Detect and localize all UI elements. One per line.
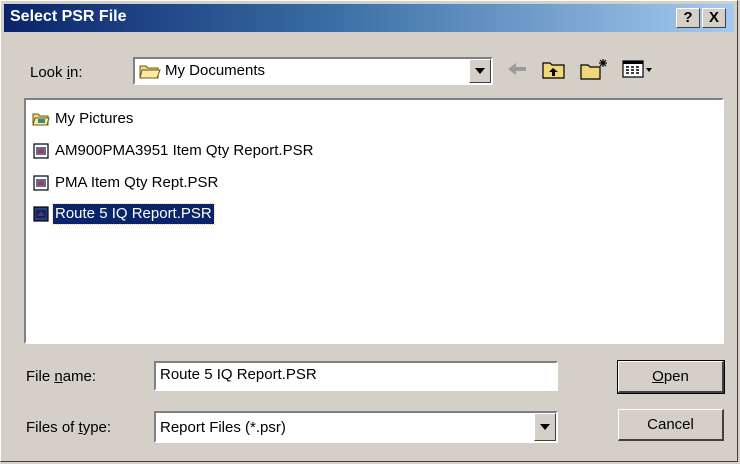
psr-file-icon [33,175,49,191]
view-menu-icon[interactable] [621,57,655,81]
file-type-dropdown-button[interactable] [534,413,556,441]
psr-file-icon [33,206,49,222]
select-psr-file-dialog: Select PSR File ? X Look in: My Document… [0,0,738,462]
list-item[interactable]: My Pictures [32,108,135,130]
up-folder-icon[interactable] [541,57,567,81]
title-bar[interactable]: Select PSR File ? X [4,4,734,32]
new-folder-icon[interactable] [579,57,609,81]
help-button[interactable]: ? [676,8,700,28]
file-name-label: File name: [26,368,97,385]
look-in-label: Look in: [30,64,83,81]
psr-file-icon [33,143,49,159]
file-type-value: Report Files (*.psr) [160,419,286,436]
file-type-label: Files of type: [26,419,112,436]
look-in-dropdown-button[interactable] [469,59,491,83]
folder-icon [32,113,50,126]
cancel-button[interactable]: Cancel [618,409,724,441]
file-list[interactable]: My Pictures AM900PMA3951 Item Qty Report… [24,98,724,344]
look-in-value: My Documents [165,62,266,79]
list-item-selected[interactable]: Route 5 IQ Report.PSR [32,203,215,225]
file-type-combo[interactable]: Report Files (*.psr) [154,411,558,443]
list-item[interactable]: AM900PMA3951 Item Qty Report.PSR [32,140,315,162]
chevron-down-icon [540,424,550,430]
open-button[interactable]: Open [617,360,725,394]
close-button[interactable]: X [702,8,726,28]
list-item[interactable]: PMA Item Qty Rept.PSR [32,172,220,194]
window-title: Select PSR File [10,8,127,25]
file-name-input[interactable]: Route 5 IQ Report.PSR [154,361,558,391]
back-arrow-icon[interactable] [504,57,530,81]
look-in-combo[interactable]: My Documents [133,57,493,85]
folder-icon [139,65,161,79]
chevron-down-icon [475,68,485,74]
